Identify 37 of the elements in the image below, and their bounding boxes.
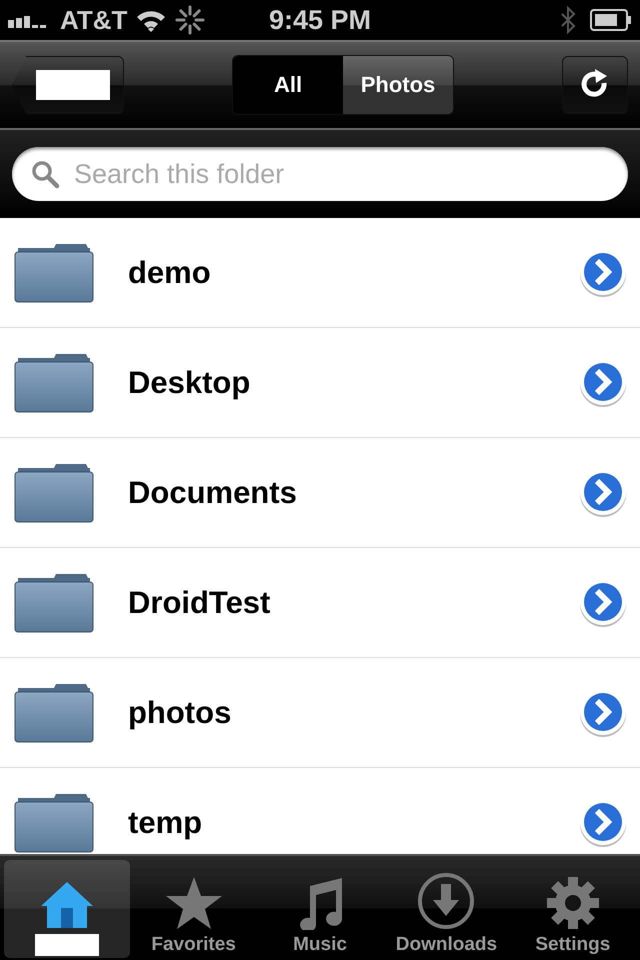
folder-icon — [14, 462, 94, 524]
segment-tab[interactable]: All — [233, 56, 343, 114]
folder-icon — [14, 352, 94, 414]
back-button[interactable] — [12, 56, 124, 114]
search-field[interactable]: Search this folder — [12, 147, 628, 201]
star-icon — [164, 876, 223, 930]
redacted-label — [35, 934, 100, 956]
tab-bar-item[interactable]: Music — [256, 860, 384, 958]
folder-icon — [14, 572, 94, 634]
folder-icon — [14, 682, 94, 744]
folder-name: DroidTest — [128, 584, 272, 620]
tab-label: Settings — [535, 934, 610, 956]
folder-name: temp — [128, 804, 204, 840]
clock-time: 9:45 PM — [268, 4, 372, 36]
tab-label: Favorites — [151, 934, 236, 956]
house-icon — [39, 880, 96, 930]
folder-name: Documents — [128, 474, 298, 510]
tab-bar-item[interactable]: Settings — [510, 860, 636, 958]
segment-tab[interactable]: Photos — [343, 56, 453, 114]
tab-bar-item[interactable]: Downloads — [383, 860, 510, 958]
folder-icon — [14, 242, 94, 304]
tab-label: Music — [293, 934, 347, 956]
battery-icon — [590, 9, 632, 31]
folder-name: demo — [128, 254, 212, 290]
tab-label: Downloads — [396, 934, 498, 956]
folder-name: photos — [128, 694, 232, 730]
refresh-button[interactable] — [562, 56, 628, 114]
tab-bar-item[interactable] — [4, 860, 130, 958]
gear-icon — [546, 876, 600, 930]
activity-spinner-icon — [175, 5, 206, 35]
carrier-name: AT&T — [60, 4, 128, 36]
bluetooth-icon — [560, 6, 576, 34]
download-icon — [417, 872, 476, 930]
folder-icon — [14, 792, 94, 854]
search-icon — [30, 159, 60, 189]
tab-bar-item[interactable]: Favorites — [130, 860, 257, 958]
folder-name: Desktop — [128, 364, 252, 400]
